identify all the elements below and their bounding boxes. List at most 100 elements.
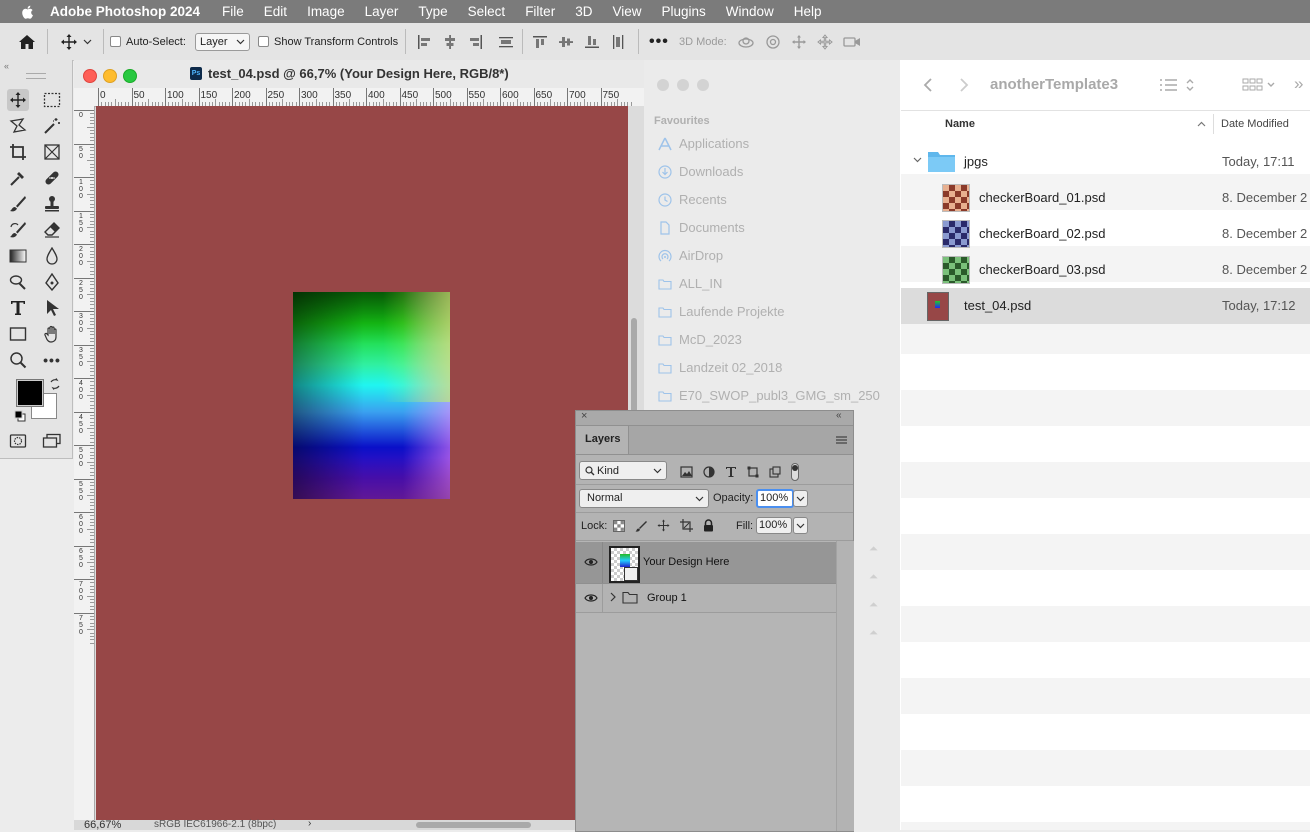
hand-tool-icon[interactable]	[41, 323, 63, 345]
file-row[interactable]: jpgs Today, 17:11	[901, 144, 1310, 180]
menu-plugins[interactable]: Plugins	[661, 4, 705, 19]
collapse-tools-icon[interactable]: «	[4, 61, 9, 71]
zoom-tool-icon[interactable]	[7, 349, 29, 371]
horizontal-scrollbar-thumb[interactable]	[416, 822, 531, 828]
menu-image[interactable]: Image	[307, 4, 345, 19]
menu-help[interactable]: Help	[794, 4, 822, 19]
auto-select-checkbox[interactable]	[110, 36, 121, 47]
dodge-tool-icon[interactable]	[7, 271, 29, 293]
orbit-3d-icon[interactable]	[737, 34, 755, 50]
tab-layers[interactable]: Layers	[576, 426, 629, 454]
lock-image-pixels-icon[interactable]	[635, 520, 647, 532]
drag-3d-icon[interactable]	[791, 34, 807, 50]
list-view-icon[interactable]	[1159, 77, 1195, 93]
filter-toggle-icon[interactable]	[791, 463, 799, 481]
home-icon[interactable]	[18, 23, 36, 60]
layer-filter-dropdown[interactable]: Kind	[579, 461, 667, 480]
close-panel-icon[interactable]: ×	[581, 410, 587, 422]
sidebar-item-applications[interactable]: Applications	[658, 136, 749, 151]
collapse-panel-icon[interactable]: «	[836, 410, 842, 421]
menu-view[interactable]: View	[612, 4, 641, 19]
panel-grip[interactable]	[26, 73, 46, 79]
layer-row-selected[interactable]: Your Design Here	[576, 542, 836, 583]
magic-wand-icon[interactable]	[41, 115, 63, 137]
ruler-origin[interactable]	[74, 88, 95, 107]
filter-pixel-icon[interactable]	[680, 466, 693, 478]
sort-ascending-icon[interactable]	[1197, 121, 1206, 127]
color-profile[interactable]: sRGB IEC61966-2.1 (8bpc)	[154, 819, 276, 830]
horizontal-ruler[interactable]: 0 50 100 150 200 250 300 350 400 450 500 550 600 650 7…	[94, 88, 644, 107]
column-divider[interactable]	[1213, 114, 1214, 134]
spot-healing-brush-icon[interactable]	[41, 167, 63, 189]
auto-select-dropdown[interactable]: Layer	[195, 32, 250, 51]
distribute-vertical-icon[interactable]	[498, 34, 514, 50]
rectangular-marquee-icon[interactable]	[41, 89, 63, 111]
crop-tool-icon[interactable]	[7, 141, 29, 163]
menu-edit[interactable]: Edit	[264, 4, 287, 19]
menu-file[interactable]: File	[222, 4, 244, 19]
blur-tool-icon[interactable]	[41, 245, 63, 267]
close-window-button[interactable]	[83, 69, 97, 83]
sidebar-item-all-in[interactable]: ALL_IN	[658, 276, 722, 291]
chevron-right-icon[interactable]	[610, 592, 616, 602]
eraser-icon[interactable]	[41, 219, 63, 241]
menu-type[interactable]: Type	[418, 4, 447, 19]
file-row[interactable]: checkerBoard_03.psd 8. December 2	[901, 252, 1310, 288]
column-date-modified[interactable]: Date Modified	[1221, 118, 1289, 130]
sidebar-item-landzeit[interactable]: Landzeit 02_2018	[658, 360, 782, 375]
gradient-tool-icon[interactable]	[7, 245, 29, 267]
finder-close-button[interactable]	[657, 79, 669, 91]
sidebar-item-e70-swop[interactable]: E70_SWOP_publ3_GMG_sm_250	[658, 388, 880, 403]
file-row[interactable]: checkerBoard_02.psd 8. December 2	[901, 216, 1310, 252]
blend-mode-dropdown[interactable]: Normal	[579, 489, 709, 508]
filter-adjustment-icon[interactable]	[703, 466, 715, 478]
video-3d-icon[interactable]	[843, 35, 861, 49]
layer-name[interactable]: Your Design Here	[643, 556, 729, 568]
status-menu-arrow-icon[interactable]: ›	[308, 818, 311, 829]
menu-window[interactable]: Window	[726, 4, 774, 19]
clone-stamp-icon[interactable]	[41, 193, 63, 215]
fill-slider-toggle[interactable]	[793, 517, 808, 534]
finder-zoom-button[interactable]	[697, 79, 709, 91]
sidebar-item-downloads[interactable]: Downloads	[658, 164, 743, 179]
foreground-color-swatch[interactable]	[17, 380, 43, 406]
file-row[interactable]: checkerBoard_01.psd 8. December 2	[901, 180, 1310, 216]
lasso-tool-icon[interactable]	[7, 115, 29, 137]
screen-mode-icon[interactable]	[41, 430, 63, 452]
column-name[interactable]: Name	[945, 118, 975, 130]
lock-position-icon[interactable]	[657, 519, 670, 532]
path-selection-icon[interactable]	[41, 297, 63, 319]
slide-3d-icon[interactable]	[817, 33, 833, 50]
lock-artboard-icon[interactable]	[680, 519, 693, 532]
zoom-level[interactable]: 66,67%	[84, 819, 121, 831]
sidebar-item-airdrop[interactable]: AirDrop	[658, 248, 723, 263]
move-tool-preset-icon[interactable]	[60, 23, 92, 60]
vertical-ruler[interactable]: 0 5 0 1 0 0 1 5 0 2 0 0 2 5 0 3 0 0 3 5 0 4 0 0 4…	[74, 106, 95, 820]
filter-shape-icon[interactable]	[747, 466, 759, 478]
minimize-window-button[interactable]	[103, 69, 117, 83]
quick-mask-icon[interactable]	[7, 430, 29, 452]
canvas[interactable]	[96, 106, 628, 820]
align-vertical-centers-icon[interactable]	[558, 34, 574, 50]
filter-type-icon[interactable]	[725, 466, 737, 478]
type-tool-icon[interactable]	[7, 297, 29, 319]
lock-all-icon[interactable]	[703, 519, 714, 532]
finder-minimize-button[interactable]	[677, 79, 689, 91]
menu-filter[interactable]: Filter	[525, 4, 555, 19]
sidebar-item-laufende-projekte[interactable]: Laufende Projekte	[658, 304, 785, 319]
more-options-icon[interactable]: •••	[649, 23, 669, 60]
zoom-window-button[interactable]	[123, 69, 137, 83]
layer-name[interactable]: Group 1	[647, 592, 687, 604]
edit-toolbar-icon[interactable]: •••	[41, 349, 63, 371]
disclosure-open-icon[interactable]	[913, 157, 922, 163]
group-view-icon[interactable]	[1242, 77, 1276, 93]
menu-select[interactable]: Select	[468, 4, 506, 19]
brush-tool-icon[interactable]	[7, 193, 29, 215]
filter-smart-object-icon[interactable]	[769, 466, 781, 478]
show-transform-controls-checkbox[interactable]	[258, 36, 269, 47]
opacity-slider-toggle[interactable]	[793, 490, 808, 507]
forward-icon[interactable]	[959, 77, 969, 93]
sidebar-item-recents[interactable]: Recents	[658, 192, 727, 207]
align-top-edges-icon[interactable]	[532, 34, 548, 50]
panel-menu-icon[interactable]	[836, 436, 847, 444]
